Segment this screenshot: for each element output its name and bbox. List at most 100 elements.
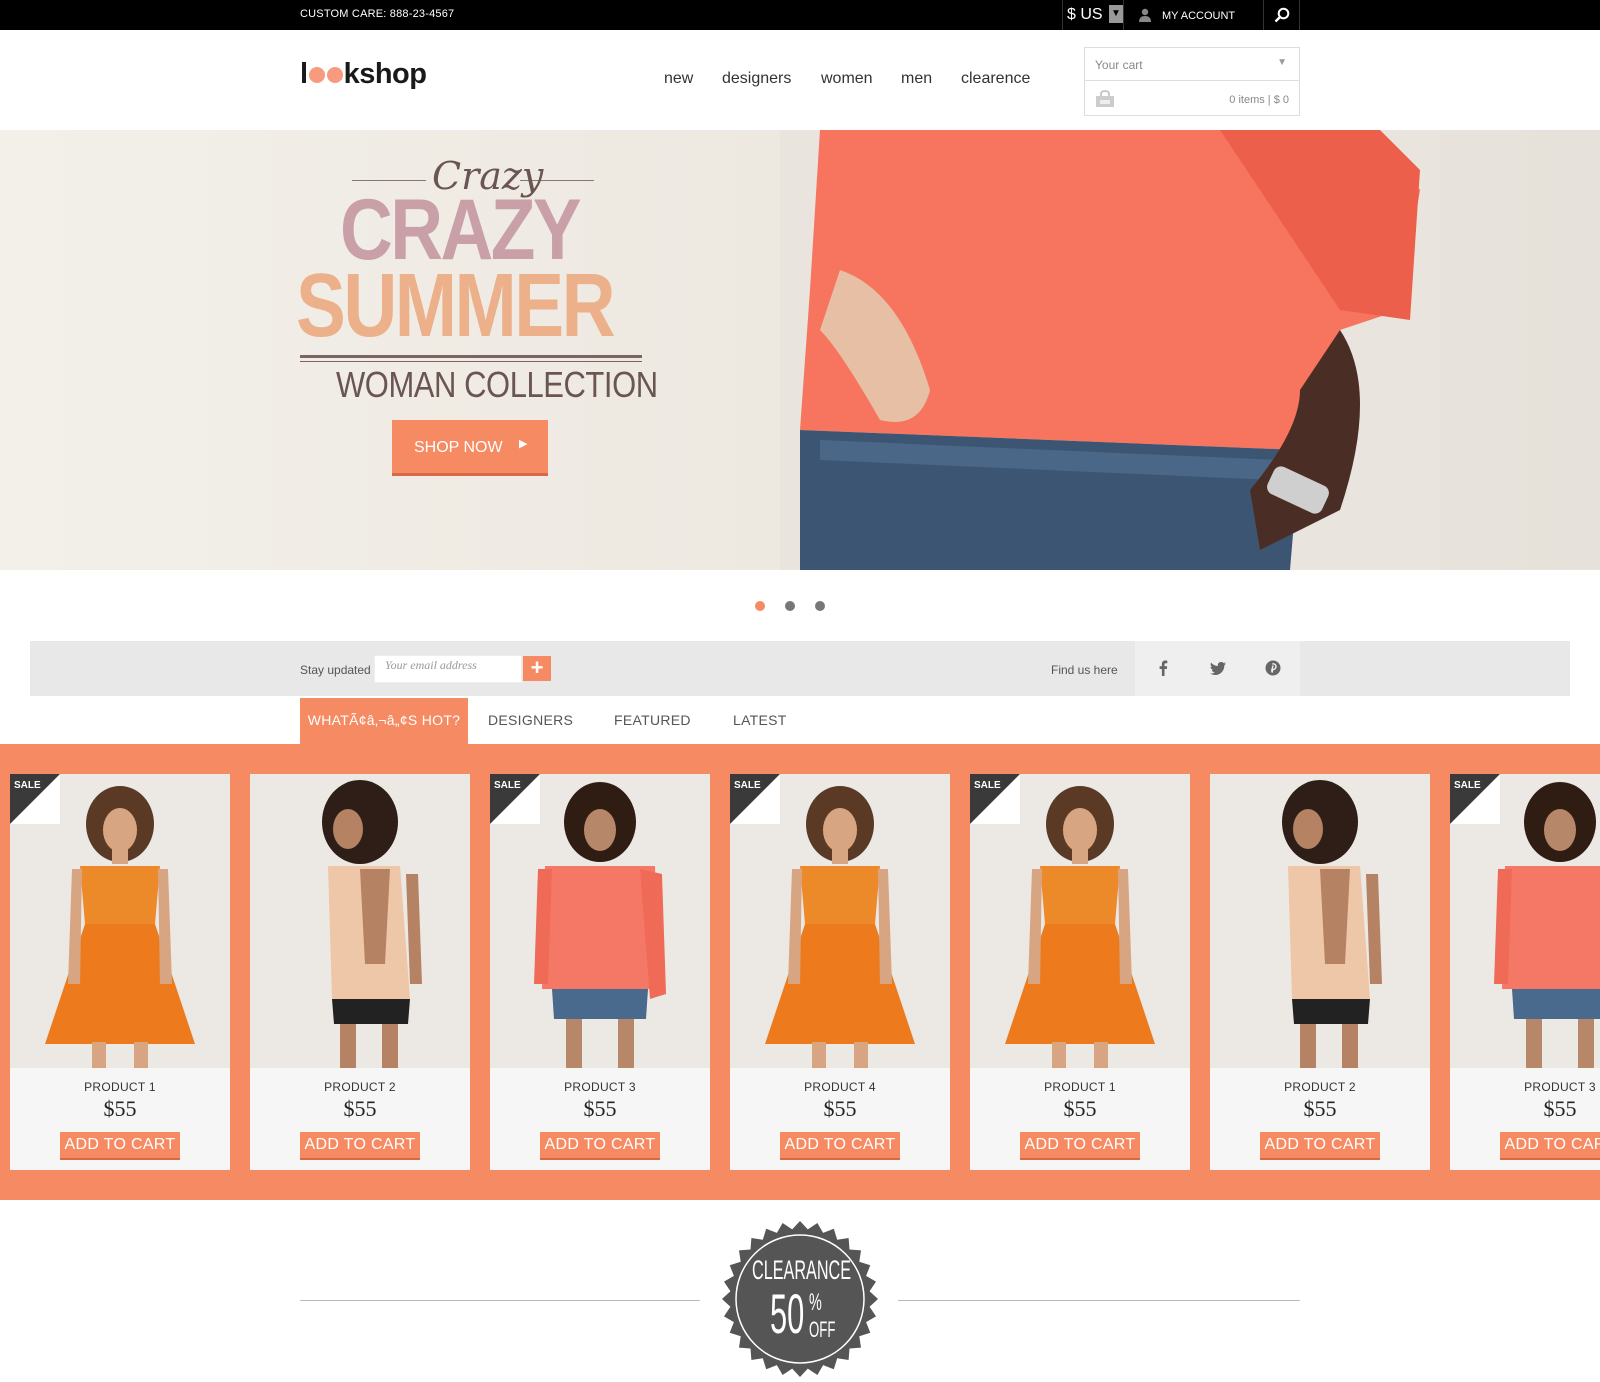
twitter-icon <box>1209 661 1226 675</box>
product-carousel: SALE PRODUCT 1 $55 ADD TO CART PRODUCT 2 $55 A… <box>0 744 1600 1200</box>
logo-dot-icon <box>308 67 325 83</box>
product-name[interactable]: PRODUCT 1 <box>970 1080 1190 1094</box>
top-bar: CUSTOM CARE: 888-23-4567 $ US ▼ MY ACCOU… <box>0 0 1600 30</box>
nav-item-women[interactable]: women <box>821 70 873 88</box>
product-photo <box>1210 774 1430 1068</box>
product-price: $55 <box>823 1096 857 1121</box>
clearance-divider <box>300 1300 700 1301</box>
hero-subheadline: WOMAN COLLECTION <box>336 364 658 405</box>
search-button[interactable] <box>1264 0 1300 30</box>
sale-badge: SALE <box>970 774 1020 824</box>
facebook-button[interactable] <box>1135 641 1190 696</box>
facebook-icon <box>1159 660 1167 676</box>
hero-model-image <box>780 130 1440 570</box>
sale-badge: SALE <box>1450 774 1500 824</box>
nav-item-men[interactable]: men <box>901 70 932 88</box>
product-image[interactable] <box>250 774 470 1068</box>
cart-dropdown[interactable]: Your cart ▼ <box>1085 48 1299 81</box>
currency-label: $ US <box>1067 6 1103 23</box>
my-account-label: MY ACCOUNT <box>1162 10 1236 22</box>
product-price: $55 <box>343 1096 377 1121</box>
slider-dot-active[interactable] <box>755 601 765 611</box>
sale-label: SALE <box>734 780 761 791</box>
clearance-divider <box>898 1300 1300 1301</box>
product-price: $55 <box>1543 1096 1577 1121</box>
product-card[interactable]: SALE PRODUCT 3 $55 ADD TO CART <box>490 774 710 1170</box>
product-card[interactable]: SALE PRODUCT 3 $55 ADD TO CART <box>1450 774 1600 1170</box>
user-icon <box>1139 8 1151 22</box>
tab-latest[interactable]: LATEST <box>733 698 787 744</box>
sale-label: SALE <box>14 780 41 791</box>
sale-badge: SALE <box>10 774 60 824</box>
plus-icon: + <box>530 655 544 680</box>
shopping-bag-icon <box>1096 90 1114 107</box>
clearance-percent: % <box>809 1289 822 1316</box>
hero-rule <box>300 355 642 358</box>
search-icon <box>1274 7 1290 23</box>
product-image[interactable] <box>1210 774 1430 1068</box>
custom-care-text: CUSTOM CARE: 888-23-4567 <box>300 8 455 20</box>
sale-label: SALE <box>974 780 1001 791</box>
shop-now-button[interactable]: SHOP NOW ▶ <box>392 420 548 476</box>
product-card[interactable]: PRODUCT 2 $55 ADD TO CART <box>250 774 470 1170</box>
site-logo[interactable]: l kshop <box>300 58 427 91</box>
nav-item-designers[interactable]: designers <box>722 70 791 88</box>
chevron-down-icon[interactable]: ▼ <box>1109 5 1123 23</box>
add-to-cart-button[interactable]: ADD TO CART <box>300 1132 420 1160</box>
add-to-cart-button[interactable]: ADD TO CART <box>780 1132 900 1160</box>
product-photo <box>250 774 470 1068</box>
product-price: $55 <box>583 1096 617 1121</box>
product-price: $55 <box>103 1096 137 1121</box>
tab-featured[interactable]: FEATURED <box>614 698 691 744</box>
subscribe-button[interactable]: + <box>523 656 551 681</box>
tab-whats-hot[interactable]: WHATÃ¢â‚¬â„¢S HOT? <box>300 698 468 744</box>
clearance-badge[interactable]: CLEARANCE 50 % OFF <box>720 1219 880 1379</box>
cart-widget[interactable]: Your cart ▼ 0 items | $ 0 <box>1084 47 1300 116</box>
cart-label: Your cart <box>1095 58 1143 72</box>
my-account-link[interactable]: MY ACCOUNT <box>1124 0 1264 30</box>
product-card[interactable]: PRODUCT 2 $55 ADD TO CART <box>1210 774 1430 1170</box>
add-to-cart-button[interactable]: ADD TO CART <box>60 1132 180 1160</box>
product-name[interactable]: PRODUCT 2 <box>250 1080 470 1094</box>
email-input[interactable]: Your email address <box>374 655 522 683</box>
find-us-label: Find us here <box>1051 663 1118 677</box>
nav-item-clearence[interactable]: clearence <box>961 70 1030 88</box>
hero-headline-2: SUMMER <box>296 256 616 356</box>
product-name[interactable]: PRODUCT 3 <box>1450 1080 1600 1094</box>
sale-label: SALE <box>1454 780 1481 791</box>
slider-dot[interactable] <box>785 601 795 611</box>
currency-selector[interactable]: $ US ▼ <box>1062 0 1124 30</box>
product-name[interactable]: PRODUCT 4 <box>730 1080 950 1094</box>
pinterest-icon <box>1265 660 1280 676</box>
clearance-number: 50 <box>770 1282 805 1345</box>
pinterest-button[interactable] <box>1245 641 1300 696</box>
logo-text-suffix: kshop <box>343 58 427 90</box>
product-card[interactable]: SALE PRODUCT 1 $55 ADD TO CART <box>10 774 230 1170</box>
product-name[interactable]: PRODUCT 2 <box>1210 1080 1430 1094</box>
add-to-cart-button[interactable]: ADD TO CART <box>1260 1132 1380 1160</box>
hero-divider <box>352 180 426 181</box>
twitter-button[interactable] <box>1190 641 1245 696</box>
newsletter-label: Stay updated <box>300 663 371 677</box>
product-price: $55 <box>1303 1096 1337 1121</box>
add-to-cart-button[interactable]: ADD TO CART <box>1500 1132 1600 1160</box>
sale-badge: SALE <box>730 774 780 824</box>
newsletter-bar: Stay updated Your email address + Find u… <box>30 641 1570 696</box>
add-to-cart-button[interactable]: ADD TO CART <box>540 1132 660 1160</box>
product-card[interactable]: SALE PRODUCT 4 $55 ADD TO CART <box>730 774 950 1170</box>
slider-dot[interactable] <box>815 601 825 611</box>
logo-text-prefix: l <box>300 58 308 90</box>
add-to-cart-button[interactable]: ADD TO CART <box>1020 1132 1140 1160</box>
product-name[interactable]: PRODUCT 3 <box>490 1080 710 1094</box>
hero-rule <box>300 361 642 362</box>
clearance-off: OFF <box>809 1317 836 1342</box>
play-arrow-icon: ▶ <box>519 438 528 450</box>
nav-item-new[interactable]: new <box>664 70 693 88</box>
product-name[interactable]: PRODUCT 1 <box>10 1080 230 1094</box>
tab-designers[interactable]: DESIGNERS <box>488 698 573 744</box>
sale-label: SALE <box>494 780 521 791</box>
product-card[interactable]: SALE PRODUCT 1 $55 ADD TO CART <box>970 774 1190 1170</box>
chevron-down-icon[interactable]: ▼ <box>1277 57 1287 68</box>
logo-dot-icon <box>326 67 343 83</box>
cart-summary: 0 items | $ 0 <box>1229 94 1289 106</box>
